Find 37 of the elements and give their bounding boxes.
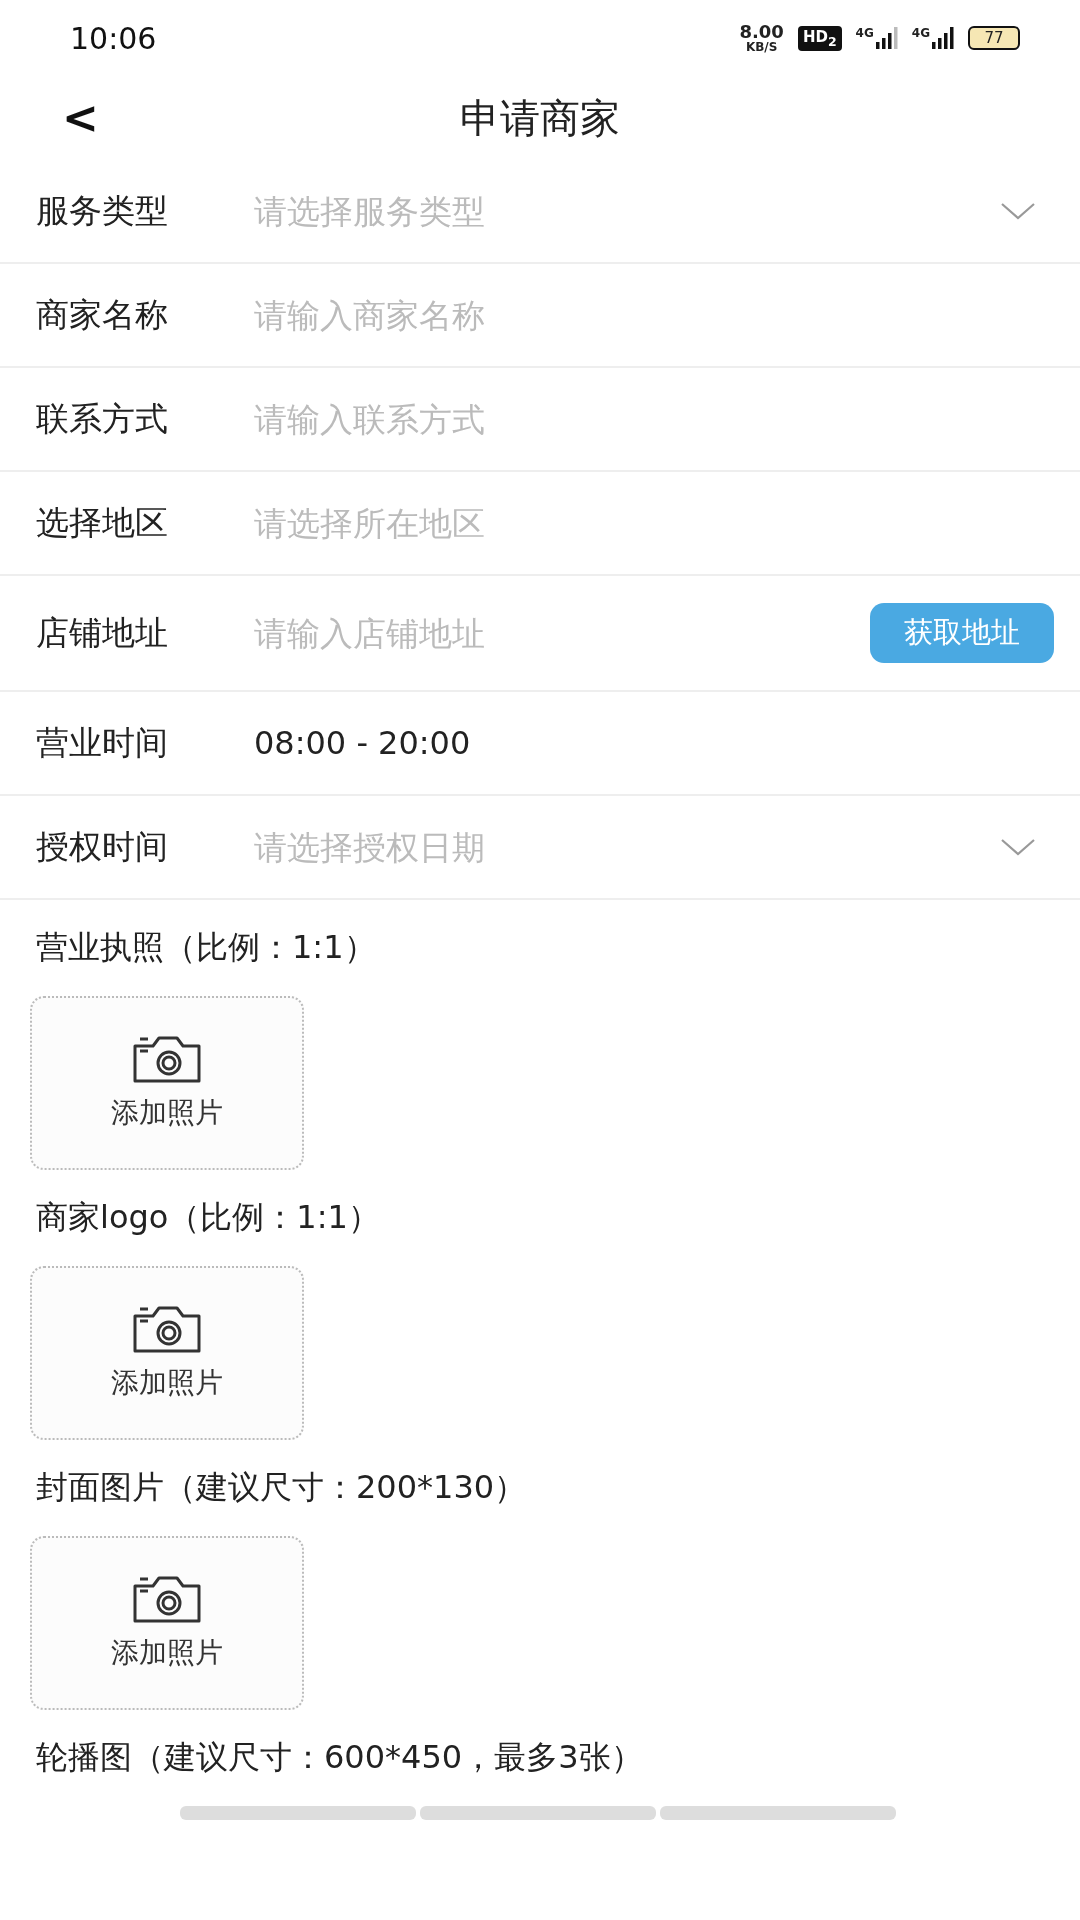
add-photo-button[interactable]: 添加照片 bbox=[30, 1266, 304, 1440]
add-photo-button[interactable]: 添加照片 bbox=[30, 996, 304, 1170]
battery-icon: 77 bbox=[968, 26, 1020, 50]
input-field[interactable]: 请选择所在地区 bbox=[254, 503, 1044, 543]
input-field[interactable]: 请输入店铺地址 bbox=[254, 613, 870, 653]
section-title: 营业执照（比例：1:1） bbox=[35, 927, 377, 968]
hd-badge: HD$_{2}$ bbox=[797, 25, 842, 51]
select-field[interactable]: 请选择服务类型 bbox=[254, 191, 1000, 231]
select-field[interactable]: 请选择授权日期 bbox=[254, 827, 1000, 867]
field-label: 服务类型 bbox=[36, 189, 169, 232]
field-label: 营业时间 bbox=[36, 721, 169, 764]
field-label: 店铺地址 bbox=[36, 611, 169, 654]
field-label: 联系方式 bbox=[36, 397, 169, 440]
back-button[interactable]: < bbox=[52, 92, 109, 143]
page-title: 申请商家 bbox=[460, 93, 620, 143]
camera-icon bbox=[131, 1574, 203, 1624]
input-field[interactable]: 请输入联系方式 bbox=[254, 399, 1044, 439]
network-speed: 8.00 bbox=[739, 23, 784, 41]
network-speed-unit: KB/S bbox=[745, 41, 778, 53]
camera-icon bbox=[131, 1034, 203, 1084]
status-time: 10:06 bbox=[70, 20, 157, 56]
field-label: 商家名称 bbox=[36, 293, 169, 336]
chevron-down-icon bbox=[1000, 837, 1036, 857]
chevron-down-icon bbox=[1000, 201, 1036, 221]
section-title: 轮播图（建议尺寸：600*450，最多3张） bbox=[35, 1737, 644, 1778]
time-range-field[interactable]: 08:00 - 20:00 bbox=[254, 724, 1044, 762]
section-title: 封面图片（建议尺寸：200*130） bbox=[35, 1467, 528, 1508]
network-label: 4G bbox=[911, 26, 930, 40]
signal-icon bbox=[875, 26, 898, 50]
camera-icon bbox=[131, 1304, 203, 1354]
field-label: 选择地区 bbox=[36, 501, 169, 544]
network-label: 4G bbox=[855, 26, 874, 40]
field-label: 授权时间 bbox=[36, 825, 169, 868]
section-title: 商家logo（比例：1:1） bbox=[35, 1197, 381, 1238]
signal-icon bbox=[932, 26, 954, 50]
input-field[interactable]: 请输入商家名称 bbox=[254, 295, 1044, 335]
add-photo-button[interactable]: 添加照片 bbox=[30, 1536, 304, 1710]
